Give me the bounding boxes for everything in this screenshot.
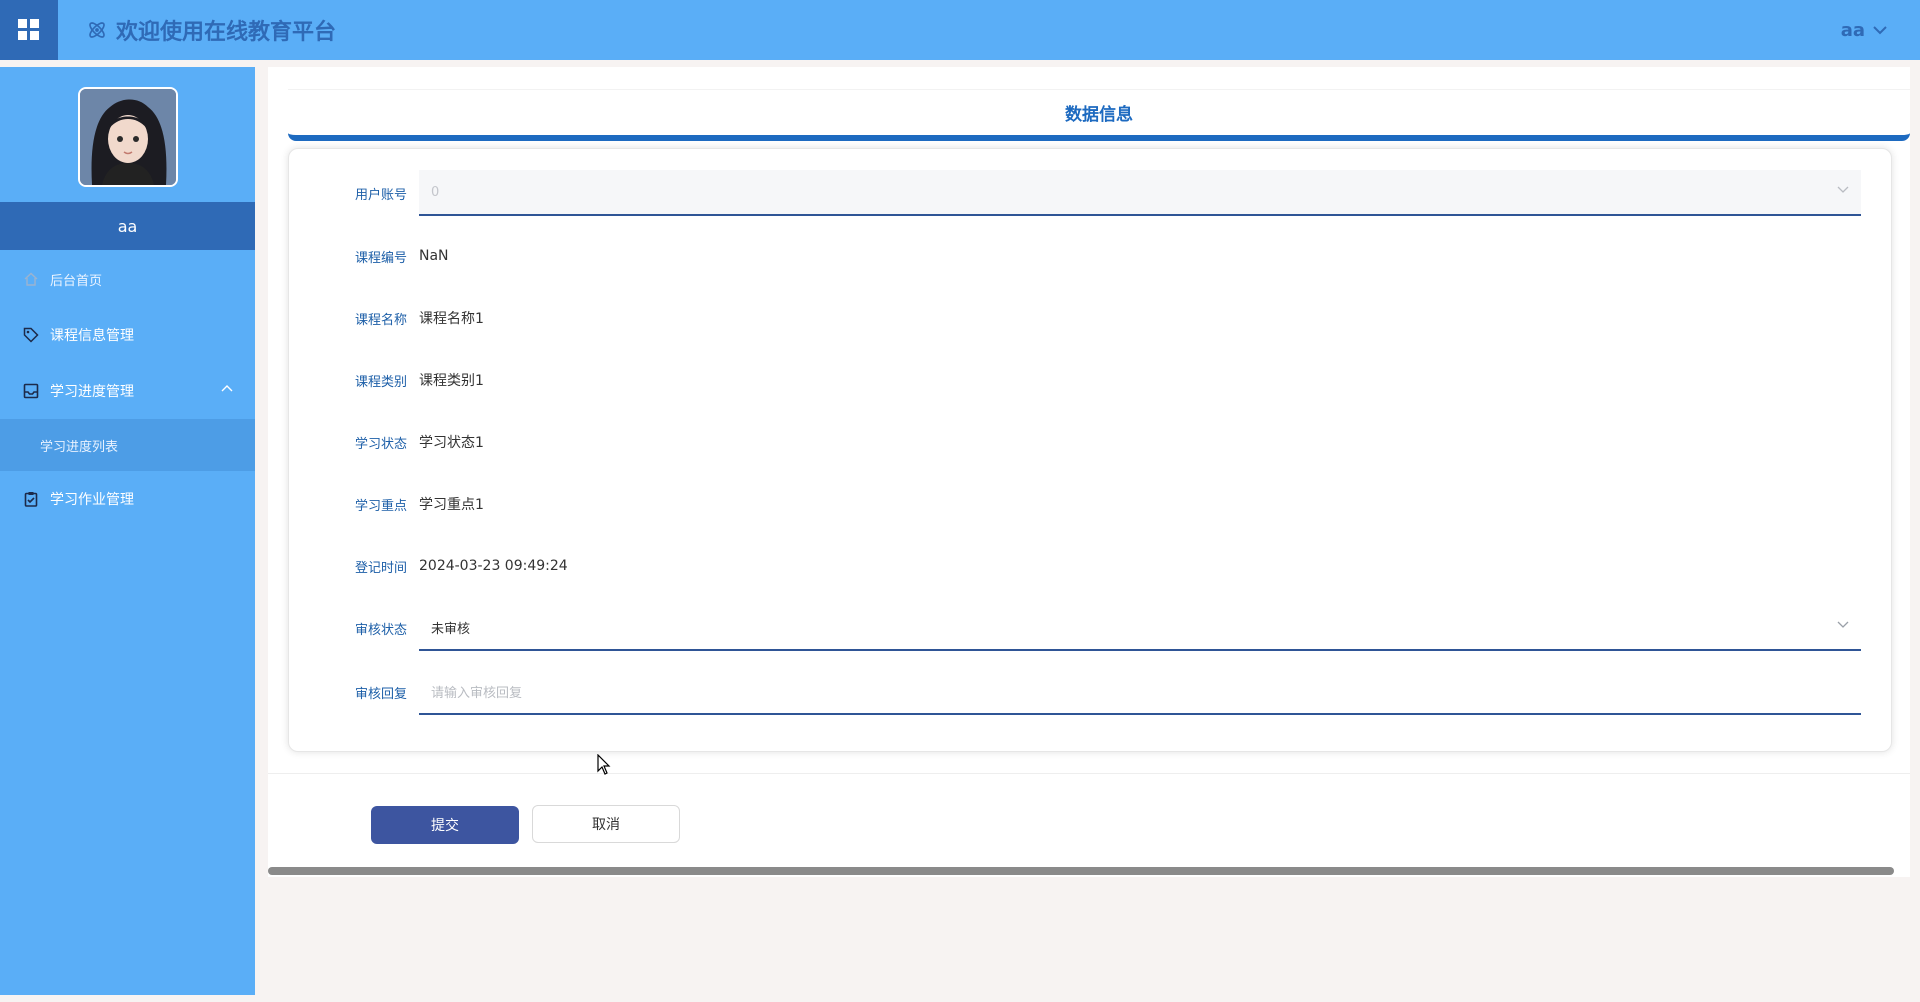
clipboard-check-icon xyxy=(22,490,40,508)
sidebar-item-label: 后台首页 xyxy=(50,273,103,289)
course-no-value: NaN xyxy=(419,248,449,264)
course-name-label: 课程名称 xyxy=(354,312,407,328)
mouse-cursor-icon xyxy=(597,754,611,775)
inbox-icon xyxy=(22,382,40,400)
sidebar-item-homework[interactable]: 学习作业管理 xyxy=(0,471,255,527)
study-status-value: 学习状态1 xyxy=(419,435,484,451)
top-bar: 欢迎使用在线教育平台 aa xyxy=(0,0,1920,60)
chevron-down-icon xyxy=(1837,186,1849,193)
divider xyxy=(268,773,1910,774)
sidebar-subitem-progress-list[interactable]: 学习进度列表 xyxy=(0,419,255,471)
brand: 欢迎使用在线教育平台 xyxy=(86,14,336,46)
sidebar-username: aa xyxy=(0,202,255,250)
form-row-course-no: 课程编号 NaN xyxy=(289,233,1893,279)
review-reply-placeholder: 请输入审核回复 xyxy=(431,685,523,701)
submit-button[interactable]: 提交 xyxy=(371,806,519,844)
sidebar-item-label: 课程信息管理 xyxy=(50,328,134,344)
form-row-course-type: 课程类别 课程类别1 xyxy=(289,357,1893,403)
sidebar-item-home[interactable]: 后台首页 xyxy=(0,251,255,307)
register-time-value: 2024-03-23 09:49:24 xyxy=(419,558,568,574)
review-status-value: 未审核 xyxy=(431,621,471,637)
user-account-label: 用户账号 xyxy=(354,187,407,203)
user-account-value: 0 xyxy=(431,184,440,200)
review-reply-input[interactable]: 请输入审核回复 xyxy=(419,669,1861,715)
chevron-up-icon xyxy=(221,385,233,392)
menu-toggle-button[interactable] xyxy=(0,0,58,60)
form-row-register-time: 登记时间 2024-03-23 09:49:24 xyxy=(289,543,1893,589)
study-status-label: 学习状态 xyxy=(354,436,407,452)
app-title: 欢迎使用在线教育平台 xyxy=(116,20,337,45)
chevron-down-icon xyxy=(1837,621,1849,628)
course-no-label: 课程编号 xyxy=(354,250,407,266)
form-row-review-reply: 审核回复 请输入审核回复 xyxy=(289,669,1893,715)
form-row-user-account: 用户账号 0 xyxy=(289,170,1893,216)
review-reply-label: 审核回复 xyxy=(354,686,407,702)
sidebar-item-study-progress[interactable]: 学习进度管理 xyxy=(0,363,255,419)
course-name-field: 课程名称1 xyxy=(419,295,1861,341)
review-status-label: 审核状态 xyxy=(354,622,407,638)
review-status-select[interactable]: 未审核 xyxy=(419,605,1861,651)
chevron-down-icon xyxy=(1873,26,1887,35)
register-time-label: 登记时间 xyxy=(354,560,407,576)
user-account-select[interactable]: 0 xyxy=(419,170,1861,216)
course-type-value: 课程类别1 xyxy=(419,373,484,389)
grid-menu-icon xyxy=(18,19,39,40)
form-row-review-status: 审核状态 未审核 xyxy=(289,605,1893,651)
course-name-value: 课程名称1 xyxy=(419,311,484,327)
sidebar-nav: 后台首页 课程信息管理 学习进度管理 学习进度列表 学习作业管理 xyxy=(0,251,255,527)
atom-logo-icon xyxy=(89,22,105,38)
main-content: 数据信息 用户账号 0 课程编号 NaN 课程名称 课程名称1 课程类别 课程类… xyxy=(268,67,1910,877)
course-type-field: 课程类别1 xyxy=(419,357,1861,403)
sidebar-item-label: 学习进度管理 xyxy=(50,384,134,400)
study-status-field: 学习状态1 xyxy=(419,419,1861,465)
form-row-study-focus: 学习重点 学习重点1 xyxy=(289,481,1893,527)
study-focus-value: 学习重点1 xyxy=(419,497,484,513)
course-type-label: 课程类别 xyxy=(354,374,407,390)
study-focus-field: 学习重点1 xyxy=(419,481,1861,527)
home-icon xyxy=(22,270,40,288)
user-menu-name: aa xyxy=(1840,19,1865,41)
tag-icon xyxy=(22,326,40,344)
panel-title: 数据信息 xyxy=(1065,105,1133,125)
sidebar-item-course-info[interactable]: 课程信息管理 xyxy=(0,307,255,363)
horizontal-scrollbar[interactable] xyxy=(268,867,1894,875)
cancel-button[interactable]: 取消 xyxy=(532,805,680,843)
study-focus-label: 学习重点 xyxy=(354,498,407,514)
sidebar-item-label: 学习作业管理 xyxy=(50,492,134,508)
panel-header: 数据信息 xyxy=(288,89,1910,141)
course-no-field: NaN xyxy=(419,233,1861,279)
avatar-image xyxy=(80,89,176,185)
sidebar-subitem-label: 学习进度列表 xyxy=(40,439,119,455)
register-time-field: 2024-03-23 09:49:24 xyxy=(419,543,1861,589)
data-form: 用户账号 0 课程编号 NaN 课程名称 课程名称1 课程类别 课程类别1 学习… xyxy=(288,148,1892,752)
avatar xyxy=(78,87,178,187)
form-row-study-status: 学习状态 学习状态1 xyxy=(289,419,1893,465)
sidebar: aa 后台首页 课程信息管理 学习进度管理 学习进度列表 学习作业管理 xyxy=(0,67,255,995)
form-row-course-name: 课程名称 课程名称1 xyxy=(289,295,1893,341)
user-menu[interactable]: aa xyxy=(1841,0,1887,60)
